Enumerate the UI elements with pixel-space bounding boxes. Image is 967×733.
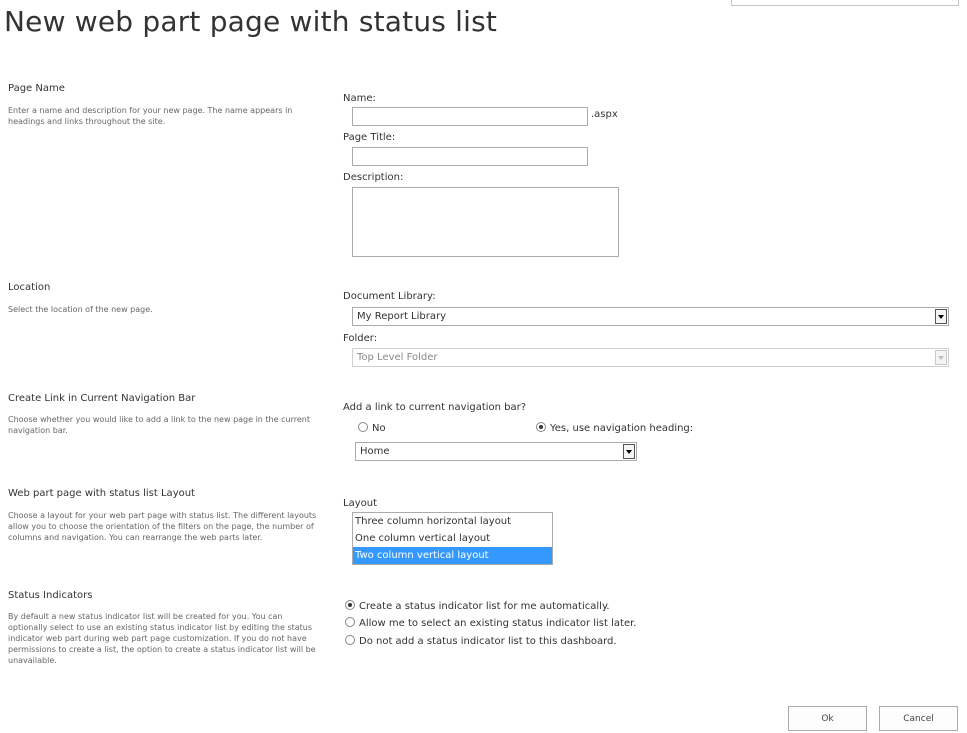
radio-button[interactable] <box>345 600 355 610</box>
description-textarea[interactable] <box>352 187 619 257</box>
section-title-layout: Web part page with status list Layout <box>8 488 195 499</box>
radio-status-none[interactable]: Do not add a status indicator list to th… <box>345 635 617 647</box>
ok-button[interactable]: Ok <box>788 706 867 731</box>
radio-nav-no[interactable]: No <box>358 422 386 434</box>
section-title-nav-link: Create Link in Current Navigation Bar <box>8 393 196 404</box>
cancel-button[interactable]: Cancel <box>879 706 958 731</box>
folder-select: Top Level Folder <box>352 348 949 367</box>
folder-select-value: Top Level Folder <box>357 352 438 363</box>
radio-button[interactable] <box>345 635 355 645</box>
section-title-status: Status Indicators <box>8 590 93 601</box>
layout-listbox[interactable]: Three column horizontal layout One colum… <box>352 512 553 565</box>
page-title-input[interactable] <box>352 147 588 166</box>
radio-button[interactable] <box>358 422 368 432</box>
nav-heading-select-value: Home <box>360 446 390 457</box>
chevron-down-icon[interactable] <box>623 444 635 459</box>
description-label: Description: <box>343 172 404 183</box>
layout-option[interactable]: One column vertical layout <box>353 530 552 547</box>
radio-button[interactable] <box>345 617 355 627</box>
search-icon[interactable] <box>944 0 954 1</box>
search-input[interactable] <box>731 0 959 6</box>
page-title: New web part page with status list <box>4 5 498 38</box>
section-desc-status: By default a new status indicator list w… <box>8 612 316 665</box>
name-label: Name: <box>343 93 376 104</box>
folder-label: Folder: <box>343 333 378 344</box>
name-input[interactable] <box>352 107 588 126</box>
radio-status-existing[interactable]: Allow me to select an existing status in… <box>345 617 637 629</box>
section-title-location: Location <box>8 282 51 293</box>
library-label: Document Library: <box>343 291 436 302</box>
section-desc-nav-link: Choose whether you would like to add a l… <box>8 415 310 435</box>
section-title-page-name: Page Name <box>8 83 65 94</box>
page-title-label: Page Title: <box>343 132 396 143</box>
radio-status-create[interactable]: Create a status indicator list for me au… <box>345 600 610 612</box>
section-desc-location: Select the location of the new page. <box>8 305 153 314</box>
radio-button[interactable] <box>536 422 546 432</box>
library-select-value: My Report Library <box>357 311 447 322</box>
aspx-suffix: .aspx <box>591 109 618 120</box>
section-desc-layout: Choose a layout for your web part page w… <box>8 511 317 542</box>
radio-status-existing-label: Allow me to select an existing status in… <box>359 618 637 629</box>
layout-label: Layout <box>343 498 377 509</box>
chevron-down-icon[interactable] <box>935 309 947 324</box>
nav-heading-select[interactable]: Home <box>355 442 637 461</box>
chevron-down-icon <box>935 350 947 365</box>
radio-status-create-label: Create a status indicator list for me au… <box>359 601 610 612</box>
library-select[interactable]: My Report Library <box>352 307 949 326</box>
radio-nav-no-label: No <box>372 423 386 434</box>
layout-option-selected[interactable]: Two column vertical layout <box>353 547 552 564</box>
layout-option[interactable]: Three column horizontal layout <box>353 513 552 530</box>
section-desc-page-name: Enter a name and description for your ne… <box>8 106 293 126</box>
radio-nav-yes-label: Yes, use navigation heading: <box>550 423 694 434</box>
nav-question: Add a link to current navigation bar? <box>343 402 527 413</box>
radio-nav-yes[interactable]: Yes, use navigation heading: <box>536 422 694 434</box>
radio-status-none-label: Do not add a status indicator list to th… <box>359 636 617 647</box>
